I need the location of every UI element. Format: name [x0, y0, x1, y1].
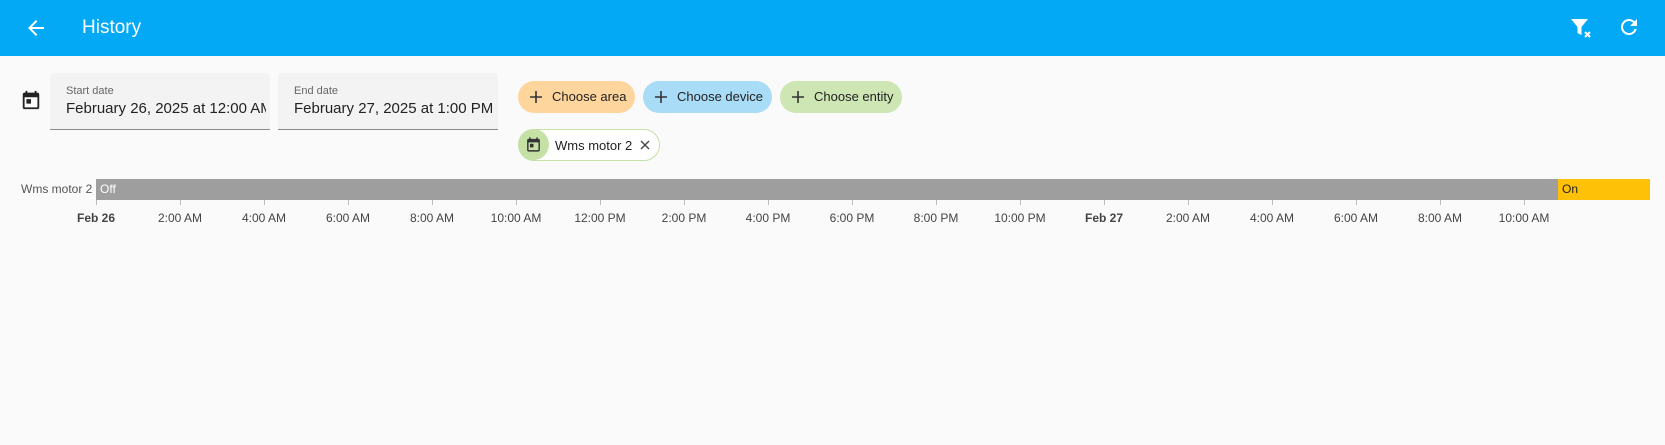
timeline-tick-label: 8:00 AM: [1417, 211, 1463, 225]
timeline-entity-label: Wms motor 2: [21, 182, 93, 196]
timeline-tick-mark: [600, 200, 601, 205]
plus-icon: [651, 87, 671, 107]
timeline-tick-mark: [1524, 200, 1525, 205]
selected-entity-chip[interactable]: Wms motor 2: [518, 129, 660, 161]
timeline-tick-label: 2:00 PM: [661, 211, 707, 225]
timeline-tick-label: 2:00 AM: [157, 211, 203, 225]
timeline-segment-label: On: [1562, 182, 1579, 196]
start-date-label: Start date: [66, 85, 114, 97]
end-date-field[interactable]: End date February 27, 2025 at 1:00 PM: [278, 73, 498, 130]
calendar-icon: [518, 129, 549, 160]
timeline-segment-label: Off: [100, 182, 116, 196]
timeline-tick-label: 4:00 AM: [241, 211, 287, 225]
plus-icon: [788, 87, 808, 107]
plus-icon: [526, 87, 546, 107]
timeline-tick-label: 12:00 PM: [574, 211, 626, 225]
timeline-tick-mark: [264, 200, 265, 205]
timeline-tick-mark: [180, 200, 181, 205]
choose-entity-label: Choose entity: [814, 89, 894, 104]
timeline-segment-on[interactable]: On: [1558, 179, 1650, 200]
timeline-tick-label: 2:00 AM: [1165, 211, 1211, 225]
app-header: History: [0, 0, 1665, 56]
timeline-tick-mark: [348, 200, 349, 205]
filter-remove-icon[interactable]: [1568, 15, 1594, 41]
timeline-tick-mark: [936, 200, 937, 205]
timeline-tick-mark: [516, 200, 517, 205]
timeline-tick-mark: [1440, 200, 1441, 205]
timeline-tick-label: 10:00 AM: [490, 211, 542, 225]
timeline-tick-label: 6:00 AM: [325, 211, 371, 225]
timeline-tick-mark: [1356, 200, 1357, 205]
start-date-value: February 26, 2025 at 12:00 AM: [66, 100, 266, 117]
timeline-tick-mark: [1104, 200, 1105, 205]
timeline-tick-label: Feb 26: [76, 211, 116, 225]
timeline-tick-mark: [852, 200, 853, 205]
choose-area-button[interactable]: Choose area: [518, 81, 635, 113]
timeline-tick-label: 8:00 PM: [913, 211, 959, 225]
timeline-tick-label: 8:00 AM: [409, 211, 455, 225]
remove-icon[interactable]: [637, 137, 653, 153]
selected-entity-label: Wms motor 2: [555, 138, 633, 153]
calendar-icon[interactable]: [20, 89, 42, 111]
timeline-tick-mark: [1188, 200, 1189, 205]
timeline-tick-mark: [1272, 200, 1273, 205]
choose-area-label: Choose area: [552, 89, 627, 104]
choose-device-label: Choose device: [677, 89, 763, 104]
refresh-icon[interactable]: [1617, 15, 1643, 41]
end-date-label: End date: [294, 85, 339, 97]
start-date-field[interactable]: Start date February 26, 2025 at 12:00 AM: [50, 73, 270, 130]
timeline-tick-mark: [684, 200, 685, 205]
timeline-tick-mark: [768, 200, 769, 205]
timeline-tick-mark: [432, 200, 433, 205]
end-date-value: February 27, 2025 at 1:00 PM: [294, 100, 494, 117]
timeline-tick-label: 6:00 AM: [1333, 211, 1379, 225]
timeline-tick-label: 4:00 AM: [1249, 211, 1295, 225]
arrow-left-icon[interactable]: [24, 16, 48, 40]
timeline-tick-mark: [96, 200, 97, 205]
timeline-tick-label: 4:00 PM: [745, 211, 791, 225]
timeline-tick-label: 6:00 PM: [829, 211, 875, 225]
timeline-tick-label: 10:00 PM: [994, 211, 1046, 225]
timeline-tick-label: 10:00 AM: [1498, 211, 1550, 225]
timeline-tick-mark: [1020, 200, 1021, 205]
choose-entity-button[interactable]: Choose entity: [780, 81, 902, 113]
timeline-tick-label: Feb 27: [1084, 211, 1124, 225]
timeline-segment-off[interactable]: Off: [96, 179, 1558, 200]
choose-device-button[interactable]: Choose device: [643, 81, 772, 113]
page-title: History: [82, 17, 142, 38]
